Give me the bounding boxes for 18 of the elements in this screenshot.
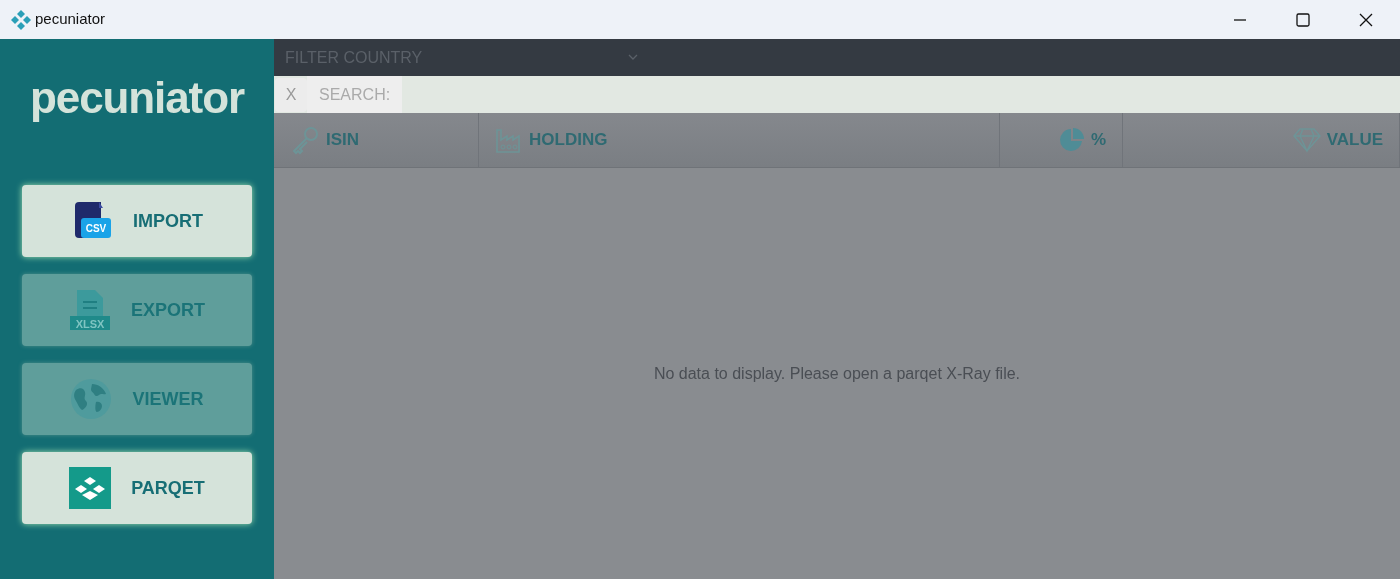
- sidebar-button[interactable]: PARQET: [22, 452, 252, 524]
- sidebar-button[interactable]: CSV IMPORT: [22, 185, 252, 257]
- column-header[interactable]: HOLDING: [479, 113, 1000, 167]
- close-icon[interactable]: [1358, 11, 1374, 28]
- globe-icon: [70, 378, 113, 420]
- window-title: pecuniator: [35, 9, 106, 30]
- column-header[interactable]: ISIN: [274, 113, 479, 167]
- column-header[interactable]: VALUE: [1123, 113, 1400, 167]
- clear-search-button[interactable]: X: [275, 77, 307, 112]
- column-header[interactable]: %: [1000, 113, 1123, 167]
- empty-message: No data to display. Please open a parqet X-Ray file.: [653, 363, 1021, 384]
- app-logo: pecuniator: [30, 72, 244, 124]
- pie-chart-icon: [1058, 127, 1085, 153]
- search-label: SEARCH:: [307, 76, 403, 113]
- parqet-logo-icon: [69, 467, 112, 509]
- chevron-down-icon: [628, 54, 638, 61]
- maximize-icon[interactable]: [1295, 11, 1311, 28]
- app-logo-icon: [11, 9, 31, 30]
